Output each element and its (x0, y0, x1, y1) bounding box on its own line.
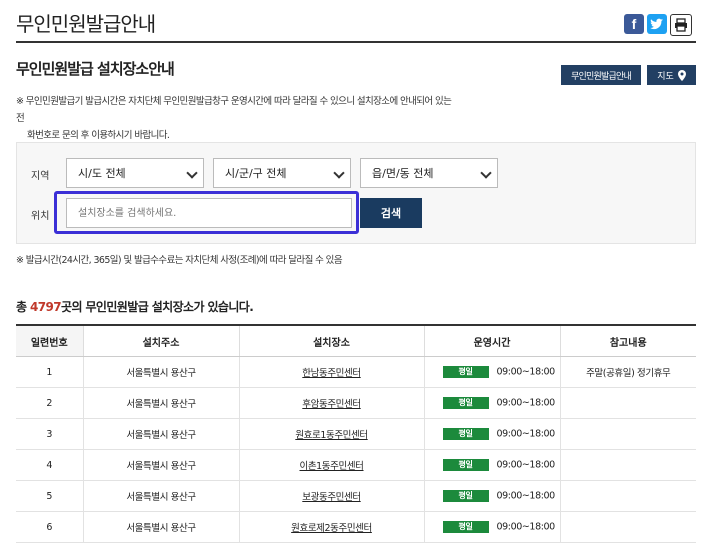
place-link[interactable]: 후암동주민센터 (302, 399, 361, 410)
cell-note (559, 511, 696, 543)
chevron-down-icon (186, 167, 198, 179)
cell-place: 한남동주민센터 (238, 356, 424, 388)
cell-address: 서울특별시 용산구 (82, 511, 239, 543)
header-divider (16, 41, 696, 43)
cell-no: 1 (16, 356, 83, 388)
table-row: 4 서울특별시 용산구 이촌1동주민센터 평일 09:00~18:00 (16, 449, 696, 481)
cell-address: 서울특별시 용산구 (82, 356, 239, 388)
cell-place: 원효로1동주민센터 (238, 418, 424, 450)
cell-note (559, 449, 696, 481)
map-button[interactable]: 지도 (647, 65, 696, 85)
cell-hours: 평일 09:00~18:00 (423, 356, 560, 388)
sigungu-select[interactable]: 시/군/구 전체 (213, 158, 351, 188)
hours-text: 09:00~18:00 (496, 397, 556, 409)
count-prefix: 총 (16, 300, 31, 314)
count-number: 4797 (30, 300, 62, 314)
cell-no: 6 (16, 511, 83, 543)
place-link[interactable]: 원효로제2동주민센터 (291, 523, 372, 534)
eupmyeondong-select-value: 읍/면/동 전체 (372, 167, 434, 180)
section-title: 무인민원발급 설치장소안내 (16, 60, 175, 78)
cell-place: 이촌1동주민센터 (238, 449, 424, 481)
share-toolbar: f (624, 14, 692, 36)
eupmyeondong-select[interactable]: 읍/면/동 전체 (360, 158, 498, 188)
count-suffix: 곳의 무인민원발급 설치장소가 있습니다. (61, 300, 254, 314)
sido-select[interactable]: 시/도 전체 (66, 158, 204, 188)
cell-note: 주말(공휴일) 정기휴무 (559, 356, 696, 388)
col-header-note: 참고내용 (559, 324, 696, 357)
locations-table: 일련번호 설치주소 설치장소 운영시간 참고내용 1 서울특별시 용산구 한남동… (16, 324, 696, 543)
twitter-icon[interactable] (647, 14, 667, 34)
result-count: 총 4797곳의 무인민원발급 설치장소가 있습니다. (16, 298, 254, 315)
weekday-badge: 평일 (442, 397, 489, 409)
cell-hours: 평일 09:00~18:00 (423, 418, 560, 450)
cell-no: 5 (16, 480, 83, 512)
cell-address: 서울특별시 용산구 (82, 449, 239, 481)
hours-text: 09:00~18:00 (496, 366, 556, 378)
place-link[interactable]: 원효로1동주민센터 (295, 430, 368, 441)
cell-note (559, 387, 696, 419)
location-pin-icon (677, 69, 686, 81)
cell-place: 보광동주민센터 (238, 480, 424, 512)
guide-button[interactable]: 무인민원발급안내 (561, 65, 641, 85)
cell-no: 3 (16, 418, 83, 450)
cell-place: 원효로제2동주민센터 (238, 511, 424, 543)
sido-select-value: 시/도 전체 (78, 167, 126, 180)
hours-text: 09:00~18:00 (496, 521, 556, 533)
fee-notice: ※ 발급시간(24시간, 365일) 및 발급수수료는 자치단체 사정(조례)에… (16, 255, 343, 266)
cell-address: 서울특별시 용산구 (82, 418, 239, 450)
notice-line-1: ※ 무인민원발급기 발급시간은 자치단체 무인민원발급창구 운영시간에 따라 달… (16, 96, 452, 124)
search-button[interactable]: 검색 (360, 198, 422, 228)
col-header-place: 설치장소 (238, 324, 424, 357)
cell-note (559, 480, 696, 512)
cell-no: 4 (16, 449, 83, 481)
chevron-down-icon (333, 167, 345, 179)
weekday-badge: 평일 (442, 366, 489, 378)
place-link[interactable]: 보광동주민센터 (302, 492, 361, 503)
hours-text: 09:00~18:00 (496, 459, 556, 471)
facebook-icon[interactable]: f (624, 14, 644, 34)
search-input[interactable] (66, 198, 352, 228)
weekday-badge: 평일 (442, 490, 489, 502)
weekday-badge: 평일 (442, 428, 489, 440)
cell-note (559, 418, 696, 450)
region-label: 지역 (31, 171, 50, 182)
table-row: 3 서울특별시 용산구 원효로1동주민센터 평일 09:00~18:00 (16, 418, 696, 450)
col-header-address: 설치주소 (82, 324, 239, 357)
cell-hours: 평일 09:00~18:00 (423, 449, 560, 481)
notice-text: ※ 무인민원발급기 발급시간은 자치단체 무인민원발급창구 운영시간에 따라 달… (16, 93, 456, 144)
table-header-row: 일련번호 설치주소 설치장소 운영시간 참고내용 (16, 324, 696, 357)
table-row: 1 서울특별시 용산구 한남동주민센터 평일 09:00~18:00 주말(공휴일… (16, 356, 696, 388)
page-title: 무인민원발급안내 (16, 12, 156, 36)
chevron-down-icon (480, 167, 492, 179)
cell-address: 서울특별시 용산구 (82, 387, 239, 419)
table-row: 6 서울특별시 용산구 원효로제2동주민센터 평일 09:00~18:00 (16, 511, 696, 543)
map-button-label: 지도 (657, 71, 674, 82)
hours-text: 09:00~18:00 (496, 490, 556, 502)
cell-address: 서울특별시 용산구 (82, 480, 239, 512)
cell-hours: 평일 09:00~18:00 (423, 480, 560, 512)
table-row: 2 서울특별시 용산구 후암동주민센터 평일 09:00~18:00 (16, 387, 696, 419)
weekday-badge: 평일 (442, 459, 489, 471)
col-header-no: 일련번호 (16, 324, 83, 357)
sigungu-select-value: 시/군/구 전체 (225, 167, 287, 180)
place-link[interactable]: 이촌1동주민센터 (299, 461, 363, 472)
col-header-hours: 운영시간 (423, 324, 560, 357)
location-label: 위치 (31, 211, 50, 222)
cell-no: 2 (16, 387, 83, 419)
print-icon[interactable] (670, 14, 692, 36)
place-link[interactable]: 한남동주민센터 (302, 368, 361, 379)
weekday-badge: 평일 (442, 521, 489, 533)
table-row: 5 서울특별시 용산구 보광동주민센터 평일 09:00~18:00 (16, 480, 696, 512)
cell-hours: 평일 09:00~18:00 (423, 387, 560, 419)
cell-hours: 평일 09:00~18:00 (423, 511, 560, 543)
hours-text: 09:00~18:00 (496, 428, 556, 440)
cell-place: 후암동주민센터 (238, 387, 424, 419)
